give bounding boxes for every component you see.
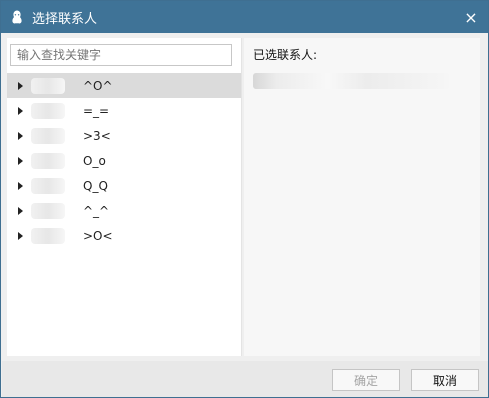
expand-arrow-icon[interactable] (18, 181, 23, 190)
expand-arrow-icon[interactable] (18, 231, 23, 240)
blurred-avatar (31, 152, 65, 169)
selected-contacts-title: 已选联系人: (253, 48, 318, 62)
select-contact-dialog: 选择联系人 × ^O^ =_= >3< (0, 0, 489, 398)
tree-item-label: >3< (83, 128, 111, 143)
tree-item-label: =_= (83, 103, 110, 118)
ok-button-label: 确定 (353, 373, 378, 388)
contact-list-pane: ^O^ =_= >3< O_o Q_Q (7, 38, 242, 356)
tree-item-label: O_o (83, 153, 106, 168)
selected-contacts-pane: 已选联系人: (244, 38, 480, 356)
penguin-icon (8, 8, 26, 26)
expand-arrow-icon[interactable] (18, 106, 23, 115)
search-input[interactable] (10, 44, 232, 66)
close-icon: × (464, 7, 478, 27)
tree-item-label: ^O^ (83, 78, 113, 93)
cancel-button[interactable]: 取消 (411, 369, 479, 391)
window-title: 选择联系人 (32, 11, 98, 27)
ok-button[interactable]: 确定 (332, 369, 400, 391)
expand-arrow-icon[interactable] (18, 156, 23, 165)
blurred-avatar (31, 227, 65, 244)
tree-item[interactable]: Q_Q (7, 173, 241, 198)
blurred-avatar (31, 77, 65, 94)
tree-item-label: >O< (83, 228, 113, 243)
tree-item[interactable]: =_= (7, 98, 241, 123)
blurred-avatar (31, 102, 65, 119)
blurred-avatar (31, 127, 65, 144)
blurred-avatar (31, 202, 65, 219)
tree-item[interactable]: >O< (7, 223, 241, 248)
tree-item-label: ^_^ (83, 203, 110, 218)
blurred-avatar (31, 177, 65, 194)
expand-arrow-icon[interactable] (18, 206, 23, 215)
expand-arrow-icon[interactable] (18, 81, 23, 90)
cancel-button-label: 取消 (432, 373, 457, 388)
close-button[interactable]: × (459, 5, 483, 29)
tree-item[interactable]: O_o (7, 148, 241, 173)
tree-item[interactable]: ^_^ (7, 198, 241, 223)
tree-item[interactable]: ^O^ (7, 73, 241, 98)
tree-item[interactable]: >3< (7, 123, 241, 148)
selected-contact-preview (253, 73, 449, 89)
contact-tree: ^O^ =_= >3< O_o Q_Q ^_^ >O< (7, 73, 241, 248)
dialog-footer: 确定 取消 (2, 361, 488, 397)
expand-arrow-icon[interactable] (18, 131, 23, 140)
title-bar: 选择联系人 × (1, 1, 488, 33)
tree-item-label: Q_Q (83, 178, 108, 193)
